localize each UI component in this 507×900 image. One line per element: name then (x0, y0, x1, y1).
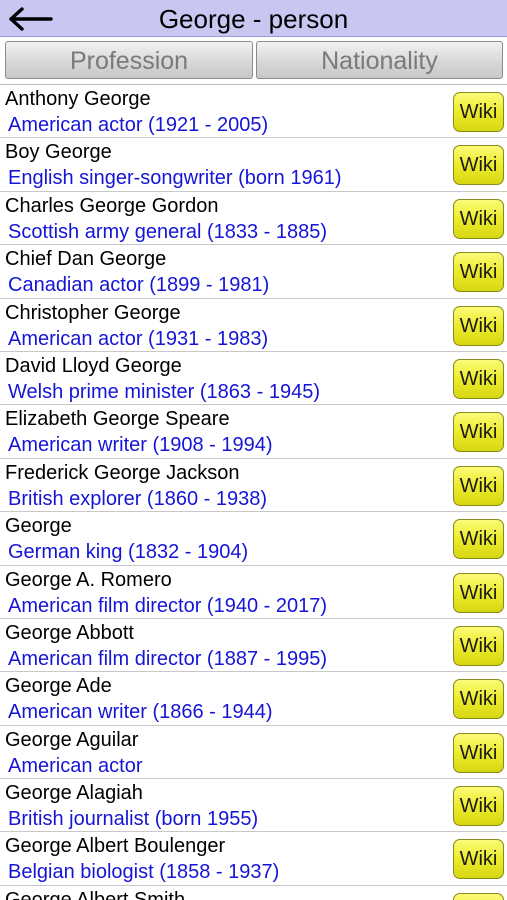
person-name: George Aguilar (5, 728, 139, 751)
tab-nationality[interactable]: Nationality (256, 41, 503, 79)
wiki-button[interactable]: Wiki (453, 572, 504, 613)
people-list: Anthony George American actor (1921 - 200… (0, 85, 507, 900)
wiki-button[interactable]: Wiki (453, 198, 504, 239)
person-description[interactable]: American actor (1921 - 2005) (8, 113, 268, 137)
person-name: George A. Romero (5, 568, 172, 591)
wiki-button[interactable]: Wiki (453, 625, 504, 666)
wiki-button[interactable]: Wiki (453, 465, 504, 506)
list-item[interactable]: George Ade American writer (1866 - 1944) W… (0, 672, 507, 726)
list-item[interactable]: George Alagiah British journalist (born 1… (0, 779, 507, 833)
list-item[interactable]: David Lloyd George Welsh prime minister (… (0, 352, 507, 406)
person-description[interactable]: Welsh prime minister (1863 - 1945) (8, 380, 320, 404)
filter-tabs: Profession Nationality (0, 37, 507, 84)
back-arrow-icon (9, 6, 53, 31)
person-description[interactable]: Belgian biologist (1858 - 1937) (8, 860, 279, 884)
wiki-button[interactable]: Wiki (453, 892, 504, 900)
person-name: Frederick George Jackson (5, 461, 240, 484)
person-description[interactable]: American film director (1940 - 2017) (8, 594, 327, 618)
person-name: Christopher George (5, 301, 181, 324)
list-item[interactable]: George German king (1832 - 1904) Wiki (0, 512, 507, 566)
list-item[interactable]: Elizabeth George Speare American writer (… (0, 405, 507, 459)
person-name: George Ade (5, 675, 112, 698)
person-name: George Albert Boulenger (5, 835, 226, 858)
list-item[interactable]: George Abbott American film director (188… (0, 619, 507, 673)
person-description[interactable]: American writer (1866 - 1944) (8, 700, 273, 724)
wiki-button[interactable]: Wiki (453, 92, 504, 132)
person-description[interactable]: British journalist (born 1955) (8, 807, 258, 831)
header-bar: George - person (0, 0, 507, 37)
wiki-button[interactable]: Wiki (453, 679, 504, 720)
person-name: George Abbott (5, 621, 134, 644)
list-item[interactable]: George Albert Boulenger Belgian biologist… (0, 832, 507, 886)
person-name: George Alagiah (5, 782, 143, 805)
wiki-button[interactable]: Wiki (453, 519, 504, 560)
person-description[interactable]: American actor (1931 - 1983) (8, 327, 268, 351)
person-name: Chief Dan George (5, 248, 167, 271)
list-item[interactable]: George Albert Smith Wiki (0, 886, 507, 900)
list-item[interactable]: Boy George English singer-songwriter (bor… (0, 138, 507, 192)
list-item[interactable]: Christopher George American actor (1931 -… (0, 299, 507, 352)
list-item[interactable]: Chief Dan George Canadian actor (1899 - 1… (0, 245, 507, 299)
wiki-button[interactable]: Wiki (453, 358, 504, 399)
wiki-button[interactable]: Wiki (453, 412, 504, 453)
wiki-button[interactable]: Wiki (453, 252, 504, 293)
person-description[interactable]: American film director (1887 - 1995) (8, 647, 327, 671)
person-name: Charles George Gordon (5, 194, 219, 217)
person-description[interactable]: Canadian actor (1899 - 1981) (8, 273, 269, 297)
wiki-button[interactable]: Wiki (453, 305, 504, 346)
list-item[interactable]: George Aguilar American actor Wiki (0, 726, 507, 780)
person-name: Anthony George (5, 88, 151, 110)
person-description[interactable]: American writer (1908 - 1994) (8, 433, 273, 457)
person-name: Elizabeth George Speare (5, 408, 230, 431)
list-item[interactable]: Frederick George Jackson British explorer… (0, 459, 507, 513)
list-item[interactable]: Anthony George American actor (1921 - 200… (0, 85, 507, 139)
wiki-button[interactable]: Wiki (453, 839, 504, 880)
app-screen: George - person Profession Nationality A… (0, 0, 507, 900)
person-description[interactable]: American actor (8, 754, 143, 778)
list-item[interactable]: George A. Romero American film director (… (0, 566, 507, 619)
page-title: George - person (158, 4, 349, 34)
tab-profession[interactable]: Profession (5, 41, 253, 79)
back-button[interactable] (0, 0, 60, 37)
person-description[interactable]: English singer-songwriter (born 1961) (8, 166, 342, 190)
person-description[interactable]: Scottish army general (1833 - 1885) (8, 220, 327, 244)
person-name: George Albert Smith (5, 888, 186, 900)
person-name: Boy George (5, 141, 112, 164)
wiki-button[interactable]: Wiki (453, 145, 504, 186)
wiki-button[interactable]: Wiki (453, 732, 504, 773)
person-name: David Lloyd George (5, 354, 182, 377)
wiki-button[interactable]: Wiki (453, 786, 504, 827)
person-name: George (5, 515, 72, 538)
person-description[interactable]: German king (1832 - 1904) (8, 540, 248, 564)
person-description[interactable]: British explorer (1860 - 1938) (8, 487, 267, 511)
list-item[interactable]: Charles George Gordon Scottish army gener… (0, 192, 507, 246)
